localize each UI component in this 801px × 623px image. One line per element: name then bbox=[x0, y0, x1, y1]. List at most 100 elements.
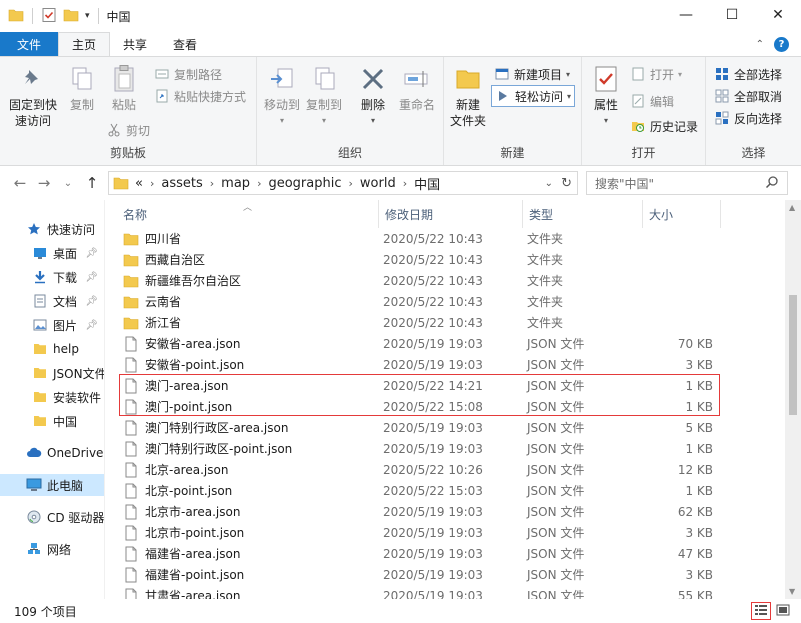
column-header-date[interactable]: 修改日期 bbox=[379, 200, 523, 228]
paste-button[interactable]: 粘贴 bbox=[104, 63, 144, 113]
address-bar[interactable]: « › assets › map › geographic › world › … bbox=[108, 171, 578, 195]
tab-file[interactable]: 文件 bbox=[0, 32, 58, 56]
new-folder-button[interactable]: 新建 文件夹 bbox=[446, 63, 490, 129]
column-header-type[interactable]: 类型 bbox=[523, 200, 643, 228]
nav-network[interactable]: 网络 bbox=[0, 538, 104, 560]
nav-china[interactable]: 中国 bbox=[0, 410, 104, 432]
breadcrumb-chevron-icon[interactable]: › bbox=[403, 177, 407, 190]
file-date: 2020/5/19 19:03 bbox=[383, 546, 483, 561]
rename-button[interactable]: 重命名 bbox=[395, 63, 439, 113]
table-row[interactable]: 安徽省-area.json 2020/5/19 19:03 JSON 文件 70 KB bbox=[105, 333, 785, 354]
breadcrumb-chevron-icon[interactable]: › bbox=[257, 177, 261, 190]
nav-quick-access[interactable]: 快速访问 bbox=[0, 218, 104, 240]
tab-home[interactable]: 主页 bbox=[58, 32, 111, 56]
delete-button[interactable]: 删除 ▾ bbox=[353, 63, 393, 129]
select-all-button[interactable]: 全部选择 bbox=[714, 63, 782, 85]
help-icon[interactable]: ? bbox=[774, 36, 789, 52]
back-arrow-icon[interactable]: ← bbox=[8, 174, 32, 192]
forward-arrow-icon[interactable]: → bbox=[32, 174, 56, 192]
search-input[interactable]: 搜索"中国" bbox=[586, 171, 788, 195]
table-row[interactable]: 澳门-point.json 2020/5/22 15:08 JSON 文件 1 KB bbox=[105, 396, 785, 417]
copy-button[interactable]: 复制 bbox=[62, 63, 102, 113]
edit-button[interactable]: 编辑 bbox=[630, 90, 674, 112]
table-row[interactable]: 新疆维吾尔自治区 2020/5/22 10:43 文件夹 bbox=[105, 270, 785, 291]
open-button[interactable]: 打开 ▾ bbox=[630, 63, 682, 85]
table-row[interactable]: 安徽省-point.json 2020/5/19 19:03 JSON 文件 3 KB bbox=[105, 354, 785, 375]
table-row[interactable]: 北京市-area.json 2020/5/19 19:03 JSON 文件 62 KB bbox=[105, 501, 785, 522]
breadcrumb-assets[interactable]: assets bbox=[161, 176, 202, 191]
nav-downloads[interactable]: 下载 📌︎ bbox=[0, 266, 104, 288]
table-row[interactable]: 澳门-area.json 2020/5/22 14:21 JSON 文件 1 KB bbox=[105, 375, 785, 396]
cut-button[interactable]: 剪切 bbox=[106, 119, 150, 141]
table-row[interactable]: 福建省-point.json 2020/5/19 19:03 JSON 文件 3 KB bbox=[105, 564, 785, 585]
minimize-button[interactable]: — bbox=[663, 0, 709, 30]
breadcrumb-map[interactable]: map bbox=[221, 176, 250, 191]
breadcrumb-world[interactable]: world bbox=[360, 176, 396, 191]
table-row[interactable]: 四川省 2020/5/22 10:43 文件夹 bbox=[105, 228, 785, 249]
history-button[interactable]: 历史记录 bbox=[630, 115, 698, 137]
easy-access-button[interactable]: 轻松访问 ▾ bbox=[491, 85, 576, 107]
table-row[interactable]: 北京市-point.json 2020/5/19 19:03 JSON 文件 3 KB bbox=[105, 522, 785, 543]
new-folder-quick-icon[interactable] bbox=[63, 8, 79, 25]
properties-quick-icon[interactable] bbox=[41, 7, 57, 26]
scroll-down-icon[interactable]: ▼ bbox=[789, 587, 795, 596]
table-row[interactable]: 甘肃省-area.json 2020/5/19 19:03 JSON 文件 55 KB bbox=[105, 585, 785, 599]
recent-locations-icon[interactable]: ⌄ bbox=[56, 178, 80, 189]
nav-desktop[interactable]: 桌面 📌︎ bbox=[0, 242, 104, 264]
breadcrumb-chevron-icon[interactable]: › bbox=[210, 177, 214, 190]
table-row[interactable]: 云南省 2020/5/22 10:43 文件夹 bbox=[105, 291, 785, 312]
file-date: 2020/5/19 19:03 bbox=[383, 567, 483, 582]
up-arrow-icon[interactable]: ↑ bbox=[80, 174, 104, 192]
ribbon-collapse-icon[interactable]: ⌃ bbox=[756, 39, 764, 50]
nav-cd-drive[interactable]: CD 驱动器 bbox=[0, 506, 104, 528]
nav-pictures[interactable]: 图片 📌︎ bbox=[0, 314, 104, 336]
maximize-button[interactable]: ☐ bbox=[709, 0, 755, 30]
breadcrumb-china[interactable]: 中国 bbox=[414, 174, 440, 193]
table-row[interactable]: 澳门特别行政区-point.json 2020/5/19 19:03 JSON 文件… bbox=[105, 438, 785, 459]
tab-share[interactable]: 共享 bbox=[110, 32, 160, 56]
nav-onedrive[interactable]: OneDrive bbox=[0, 442, 104, 464]
pin-icon[interactable]: 📌︎ bbox=[85, 272, 98, 283]
details-view-button[interactable] bbox=[751, 602, 771, 620]
select-none-button[interactable]: 全部取消 bbox=[714, 85, 782, 107]
scroll-up-icon[interactable]: ▲ bbox=[789, 203, 795, 212]
copy-to-button[interactable]: 复制到 ▾ bbox=[303, 63, 345, 129]
close-button[interactable]: ✕ bbox=[755, 0, 801, 30]
vertical-scrollbar[interactable]: ▲ ▼ bbox=[785, 200, 801, 599]
pin-icon[interactable]: 📌︎ bbox=[85, 320, 98, 331]
scroll-thumb[interactable] bbox=[789, 295, 797, 415]
new-item-icon bbox=[494, 66, 510, 82]
qat-dropdown-icon[interactable]: ▾ bbox=[85, 11, 90, 21]
refresh-icon[interactable]: ↻ bbox=[561, 176, 572, 191]
table-row[interactable]: 福建省-area.json 2020/5/19 19:03 JSON 文件 47 KB bbox=[105, 543, 785, 564]
pin-icon[interactable]: 📌︎ bbox=[85, 248, 98, 259]
new-item-button[interactable]: 新建项目 ▾ bbox=[494, 63, 570, 85]
pin-quick-access-button[interactable]: 固定到快 速访问 bbox=[6, 63, 60, 129]
nav-help[interactable]: help bbox=[0, 338, 104, 360]
breadcrumb-chevron-icon[interactable]: › bbox=[150, 177, 154, 190]
file-name: 澳门-point.json bbox=[145, 400, 233, 414]
table-row[interactable]: 北京-area.json 2020/5/22 10:26 JSON 文件 12 KB bbox=[105, 459, 785, 480]
table-row[interactable]: 西藏自治区 2020/5/22 10:43 文件夹 bbox=[105, 249, 785, 270]
address-dropdown-icon[interactable]: ⌄ bbox=[545, 178, 553, 189]
paste-shortcut-button[interactable]: 粘贴快捷方式 bbox=[154, 85, 246, 107]
copy-path-button[interactable]: 复制路径 bbox=[154, 63, 222, 85]
search-icon[interactable] bbox=[765, 175, 779, 192]
pin-icon[interactable]: 📌︎ bbox=[85, 296, 98, 307]
table-row[interactable]: 北京-point.json 2020/5/22 15:03 JSON 文件 1 KB bbox=[105, 480, 785, 501]
column-header-size[interactable]: 大小 bbox=[643, 200, 721, 228]
nav-json-files[interactable]: JSON文件 bbox=[0, 362, 104, 384]
breadcrumb-geographic[interactable]: geographic bbox=[268, 176, 341, 191]
nav-documents[interactable]: 文档 📌︎ bbox=[0, 290, 104, 312]
nav-install-software[interactable]: 安装软件 bbox=[0, 386, 104, 408]
properties-button[interactable]: 属性 ▾ bbox=[586, 63, 626, 129]
tab-view[interactable]: 查看 bbox=[160, 32, 210, 56]
invert-selection-button[interactable]: 反向选择 bbox=[714, 107, 782, 129]
nav-this-pc[interactable]: 此电脑 bbox=[0, 474, 104, 496]
breadcrumb-chevron-icon[interactable]: › bbox=[349, 177, 353, 190]
move-to-button[interactable]: 移动到 ▾ bbox=[261, 63, 303, 129]
table-row[interactable]: 澳门特别行政区-area.json 2020/5/19 19:03 JSON 文件 5… bbox=[105, 417, 785, 438]
breadcrumb-overflow[interactable]: « bbox=[135, 176, 143, 191]
table-row[interactable]: 浙江省 2020/5/22 10:43 文件夹 bbox=[105, 312, 785, 333]
large-icons-view-button[interactable] bbox=[773, 602, 793, 620]
